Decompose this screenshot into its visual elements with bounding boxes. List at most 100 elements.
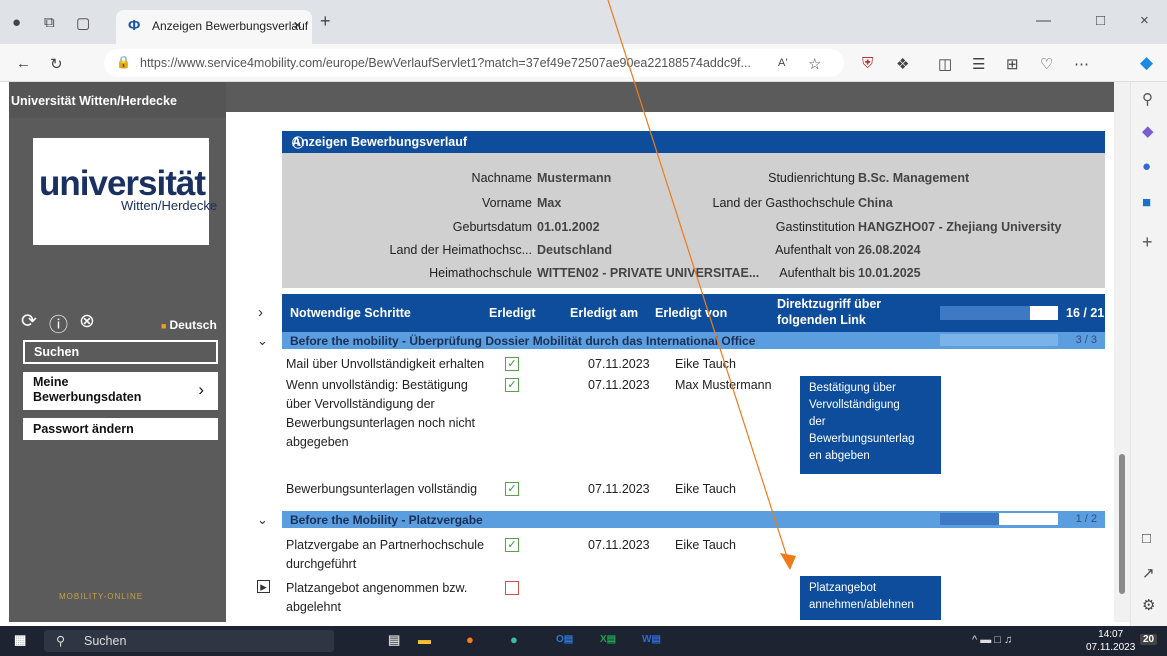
taskbar-search-label: Suchen <box>84 634 127 648</box>
search-icon[interactable]: ⚲ <box>1142 90 1153 108</box>
col-done: Erledigt <box>489 306 536 320</box>
collections-add-icon[interactable]: ⊞ <box>1006 55 1019 73</box>
logout-icon[interactable]: ⊗ <box>79 310 95 333</box>
copilot-icon[interactable]: ◆ <box>1140 53 1153 73</box>
settings-gear-icon[interactable]: ⚙ <box>1142 596 1155 614</box>
section2-collapse-chevron-icon[interactable]: ⌄ <box>257 512 268 528</box>
taskbar-search[interactable]: ⚲ Suchen <box>44 630 334 652</box>
minimize-icon[interactable]: — <box>1036 12 1051 29</box>
total-progress-fill <box>1029 306 1058 320</box>
split-screen-icon[interactable]: ◫ <box>938 55 952 73</box>
done-check-icon: ✓ <box>505 357 519 371</box>
notification-badge[interactable]: 20 <box>1140 634 1158 645</box>
date-place-allocation: 07.11.2023 <box>588 538 650 552</box>
search-icon: ⚲ <box>56 634 66 648</box>
language-label: Deutsch <box>169 318 217 332</box>
favorites-list-icon[interactable]: ☰ <box>972 55 985 73</box>
collections-icon[interactable]: ⧉ <box>44 14 55 31</box>
maximize-icon[interactable]: □ <box>1096 12 1105 29</box>
section2-progress-bar <box>940 513 1058 525</box>
tab-actions-icon[interactable]: ▢ <box>76 14 90 32</box>
firefox-icon[interactable]: ● <box>466 632 474 647</box>
flag-icon: ■ <box>161 321 167 331</box>
play-step-icon[interactable]: ▸ <box>257 580 270 593</box>
excel-app-icon[interactable]: X▤ <box>600 634 616 645</box>
clock-time: 14:07 <box>1098 629 1124 640</box>
label-gastland: Land der Gasthochschule <box>712 196 855 210</box>
sidebar-toggle-icon[interactable]: □ <box>1142 530 1151 547</box>
new-tab-icon[interactable]: + <box>320 11 331 32</box>
value-nachname: Mustermann <box>537 171 612 185</box>
open-external-icon[interactable]: ↗ <box>1142 564 1155 582</box>
section1-collapse-chevron-icon[interactable]: ⌄ <box>257 333 268 349</box>
label-gastinstitution: Gastinstitution <box>775 220 855 234</box>
value-vorname: Max <box>537 196 562 210</box>
section1-title: Before the mobility - Überprüfung Dossie… <box>290 334 756 348</box>
tab-title: Anzeigen Bewerbungsverlauf <box>152 19 309 33</box>
steps-table-header: Notwendige Schritte Erledigt Erledigt am… <box>282 294 1105 332</box>
left-navigation-panel: Universität Witten/Herdecke universität … <box>9 82 226 622</box>
step-accept-offer: Platzangebot angenommen bzw. abgelehnt <box>286 579 501 617</box>
windows-taskbar: ▦ ⚲ Suchen ▤ ▬ ● ● O▤ X▤ W▤ ^ ▬ □ ♫ 14:0… <box>0 626 1167 656</box>
language-switch[interactable]: ■ Deutsch <box>161 318 217 332</box>
step-place-allocation: Platzvergabe an Partnerhochschule durchg… <box>286 536 501 574</box>
window-close-icon[interactable]: × <box>1140 12 1149 29</box>
profile-icon[interactable]: ● <box>12 14 21 31</box>
browser-tab-bar: ● ⧉ ▢ Φ Anzeigen Bewerbungsverlauf × + —… <box>0 0 1167 44</box>
url-text: https://www.service4mobility.com/europe/… <box>140 56 751 70</box>
shopping-tag-icon[interactable]: ◆ <box>1142 122 1154 140</box>
extensions-icon[interactable]: ❖ <box>896 55 909 73</box>
col-done-by: Erledigt von <box>655 306 728 320</box>
read-aloud-icon[interactable]: A‛ <box>778 57 788 69</box>
section1-progress-bar <box>940 334 1058 346</box>
page-scrollbar[interactable] <box>1114 82 1130 622</box>
refresh-page-icon[interactable]: ⟳ <box>21 310 37 333</box>
expand-all-chevron-icon[interactable]: › <box>258 304 263 321</box>
system-tray-icons[interactable]: ^ ▬ □ ♫ <box>972 634 1012 646</box>
file-explorer-icon[interactable]: ▬ <box>418 632 431 647</box>
step-confirm-line2: über Vervollständigung der <box>286 397 435 411</box>
favorite-star-icon[interactable]: ☆ <box>808 55 821 73</box>
close-tab-icon[interactable]: × <box>293 17 302 34</box>
shield-extension-icon[interactable]: ⛨ <box>862 55 873 72</box>
edge-icon[interactable]: ● <box>510 632 518 647</box>
section2-header[interactable]: Before the Mobility - Platzvergabe 1 / 2 <box>282 511 1105 528</box>
taskbar-clock[interactable]: 14:07 07.11.2023 <box>1086 628 1135 654</box>
link-line1: Bestätigung über <box>809 382 896 394</box>
task-view-icon[interactable]: ▤ <box>388 632 400 648</box>
browser-tab[interactable]: Φ Anzeigen Bewerbungsverlauf × <box>116 10 312 44</box>
chevron-right-icon: › <box>198 380 204 399</box>
step-confirm-line1: Wenn unvollständig: Bestätigung <box>286 378 468 392</box>
link-line5: en abgeben <box>809 450 870 462</box>
tools-icon[interactable]: ● <box>1142 158 1151 175</box>
section1-header[interactable]: Before the mobility - Überprüfung Dossie… <box>282 332 1105 349</box>
url-field[interactable]: 🔒 https://www.service4mobility.com/europ… <box>104 49 844 77</box>
section2-title: Before the Mobility - Platzvergabe <box>290 513 483 527</box>
scrollbar-thumb[interactable] <box>1119 454 1125 594</box>
logo-sub-text: Witten/Herdecke <box>121 198 218 213</box>
search-menu-button[interactable]: Suchen <box>23 340 218 364</box>
change-password-button[interactable]: Passwort ändern <box>23 418 218 440</box>
heartbeat-icon[interactable]: ♡ <box>1040 55 1053 73</box>
annotation-arrow-head <box>780 553 796 570</box>
confirm-completion-link-button[interactable]: Bestätigung über Vervollständigung der B… <box>800 376 941 474</box>
windows-start-icon[interactable]: ▦ <box>14 632 26 648</box>
label-studienrichtung: Studienrichtung <box>768 171 855 185</box>
value-geburtsdatum: 01.01.2002 <box>537 220 600 234</box>
outlook-icon[interactable]: ■ <box>1142 194 1151 211</box>
outlook-app-icon[interactable]: O▤ <box>556 634 573 645</box>
help-icon[interactable]: ⓘ <box>49 310 68 337</box>
my-application-data-button[interactable]: Meine Bewerbungsdaten › <box>23 372 218 410</box>
help-circle-icon[interactable]: ⓘ <box>292 134 1097 151</box>
refresh-icon[interactable]: ↻ <box>50 55 63 73</box>
back-icon[interactable]: ← <box>16 55 31 72</box>
value-gastinstitution: HANGZHO07 - Zhejiang University <box>858 220 1062 234</box>
word-app-icon[interactable]: W▤ <box>642 634 661 645</box>
more-options-icon[interactable]: ⋯ <box>1074 55 1089 73</box>
section2-count: 1 / 2 <box>1075 513 1097 525</box>
add-sidebar-app-icon[interactable]: + <box>1142 232 1153 253</box>
accept-decline-offer-link-button[interactable]: Platzangebot annehmen/ablehnen <box>800 576 941 620</box>
col-done-at: Erledigt am <box>570 306 639 320</box>
accept-link-line1: Platzangebot <box>809 582 877 594</box>
value-studienrichtung: B.Sc. Management <box>858 171 970 185</box>
